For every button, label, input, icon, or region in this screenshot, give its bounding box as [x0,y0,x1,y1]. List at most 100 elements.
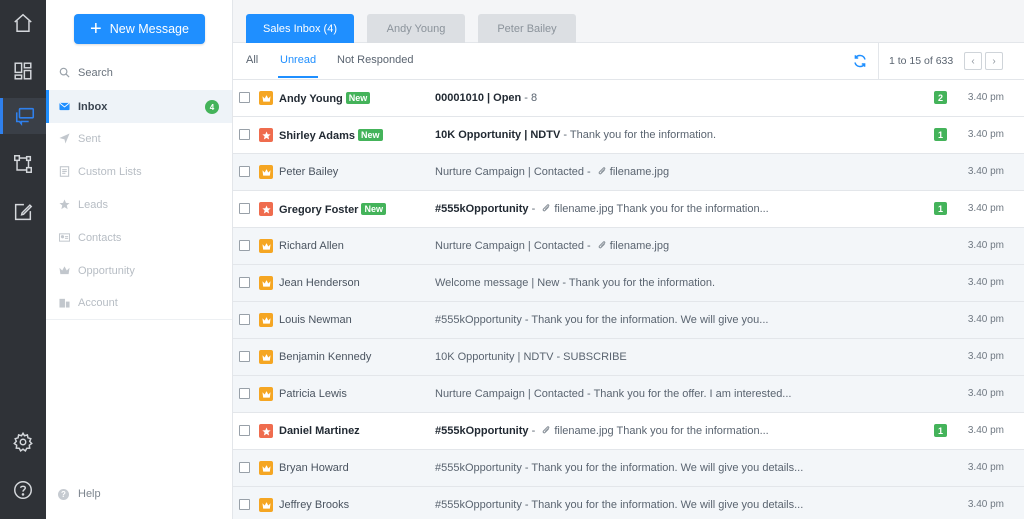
message-subject[interactable]: #555kOpportunity - filename.jpg Thank yo… [435,425,769,437]
row-checkbox[interactable] [239,129,250,140]
contact-name[interactable]: Daniel Martinez [279,425,360,437]
message-subject[interactable]: 00001010 | Open - 8 [435,92,537,104]
message-row[interactable]: Jean Henderson Welcome message | New - Th… [233,265,1024,302]
folder-search[interactable]: Search [46,56,232,89]
row-checkbox[interactable] [239,351,250,362]
folder-sent[interactable]: Sent [46,122,232,155]
lead-star-icon [259,128,273,142]
tab-sales-inbox[interactable]: Sales Inbox (4) [246,14,354,43]
message-row[interactable]: Richard Allen Nurture Campaign | Contacte… [233,228,1024,265]
contact-name[interactable]: Patricia Lewis [279,388,347,400]
folder-contacts[interactable]: Contacts [46,221,232,254]
contact-name[interactable]: Benjamin Kennedy [279,351,371,363]
contact-name-text: Andy Young [279,93,343,105]
message-row[interactable]: Louis Newman #555kOpportunity - Thank you… [233,302,1024,339]
subject-title: #555kOpportunity [435,314,522,326]
help-link[interactable]: ? Help [58,488,101,500]
message-row[interactable]: Shirley Adams New 10K Opportunity | NDTV -… [233,117,1024,154]
message-row[interactable]: Gregory Foster New #555kOpportunity - file… [233,191,1024,228]
message-row[interactable]: Peter Bailey Nurture Campaign | Contacted… [233,154,1024,191]
dashboard-icon [14,62,32,80]
filter-all[interactable]: All [246,54,258,66]
subject-title: #555kOpportunity [435,462,522,474]
folder-leads[interactable]: Leads [46,188,232,221]
message-subject[interactable]: #555kOpportunity - filename.jpg Thank yo… [435,203,769,215]
rail-dashboard[interactable] [0,53,46,89]
message-subject[interactable]: Welcome message | New - Thank you for th… [435,277,715,289]
row-checkbox[interactable] [239,499,250,510]
new-badge: New [358,129,383,141]
message-time: 3.40 pm [967,277,1004,288]
row-checkbox[interactable] [239,425,250,436]
message-subject[interactable]: 10K Opportunity | NDTV - Thank you for t… [435,129,716,141]
prev-page-button[interactable]: ‹ [964,52,982,70]
message-subject[interactable]: #555kOpportunity - Thank you for the inf… [435,499,803,511]
help-icon: ? [58,488,69,500]
contact-name[interactable]: Jean Henderson [279,277,360,289]
inbox-count-badge: 4 [205,100,219,114]
contact-name[interactable]: Shirley Adams New [279,129,383,142]
message-subject[interactable]: 10K Opportunity | NDTV - SUBSCRIBE [435,351,627,363]
contact-name[interactable]: Richard Allen [279,240,344,252]
star-icon [58,199,70,211]
message-row[interactable]: Jeffrey Brooks #555kOpportunity - Thank y… [233,487,1024,519]
row-checkbox[interactable] [239,388,250,399]
attachment-filename[interactable]: filename.jpg [610,166,669,178]
row-checkbox[interactable] [239,166,250,177]
contact-name[interactable]: Peter Bailey [279,166,338,178]
contact-name[interactable]: Gregory Foster New [279,203,386,216]
rail-workflow[interactable] [0,146,46,182]
contact-name[interactable]: Jeffrey Brooks [279,499,349,511]
row-checkbox[interactable] [239,203,250,214]
message-row[interactable]: Benjamin Kennedy 10K Opportunity | NDTV -… [233,339,1024,376]
row-checkbox[interactable] [239,314,250,325]
inbox-icon [58,101,70,113]
inbox-tabs: Sales Inbox (4) Andy Young Peter Bailey [233,0,1024,43]
contact-name[interactable]: Louis Newman [279,314,352,326]
message-subject[interactable]: Nurture Campaign | Contacted - Thank you… [435,388,791,400]
rail-home[interactable] [0,5,46,41]
contact-name[interactable]: Bryan Howard [279,462,349,474]
filter-not-responded[interactable]: Not Responded [337,54,413,66]
refresh-icon[interactable] [852,53,868,69]
subject-title: Nurture Campaign | Contacted [435,388,584,400]
tab-andy-young[interactable]: Andy Young [367,14,465,43]
next-page-button[interactable]: › [985,52,1003,70]
row-checkbox[interactable] [239,462,250,473]
row-checkbox[interactable] [239,92,250,103]
subject-title: Nurture Campaign | Contacted [435,166,584,178]
filter-unread[interactable]: Unread [280,54,316,66]
row-checkbox[interactable] [239,277,250,288]
message-subject[interactable]: #555kOpportunity - Thank you for the inf… [435,314,768,326]
message-row[interactable]: Patricia Lewis Nurture Campaign | Contact… [233,376,1024,413]
attachment-filename[interactable]: filename.jpg [554,425,613,437]
folder-inbox[interactable]: Inbox 4 [46,90,232,123]
new-message-button[interactable]: + New Message [74,14,205,44]
app-window: + New Message Search Inbox 4 Sent Custom… [0,0,1024,519]
rail-settings[interactable] [0,424,46,460]
message-row[interactable]: Bryan Howard #555kOpportunity - Thank you… [233,450,1024,487]
rail-messages[interactable] [0,98,46,134]
folder-opportunity[interactable]: Opportunity [46,254,232,287]
attachment-filename[interactable]: filename.jpg [554,203,613,215]
tab-peter-bailey[interactable]: Peter Bailey [478,14,576,43]
message-subject[interactable]: #555kOpportunity - Thank you for the inf… [435,462,803,474]
subject-title: Welcome message | New [435,277,560,289]
folder-account[interactable]: Account [46,286,232,319]
subject-preview: - Thank you for the information. We will… [521,499,804,511]
new-message-label: New Message [109,22,189,36]
row-checkbox[interactable] [239,240,250,251]
icon-rail [0,0,46,519]
message-row[interactable]: Andy Young New 00001010 | Open - 8 2 3.40 pm [233,80,1024,117]
rail-compose[interactable] [0,194,46,230]
filter-bar: All Unread Not Responded 1 to 15 of 633 … [233,43,1024,80]
message-subject[interactable]: Nurture Campaign | Contacted - filename.… [435,240,669,252]
subject-title: #555kOpportunity [435,499,522,511]
attachment-filename[interactable]: filename.jpg [610,240,669,252]
folder-custom-lists[interactable]: Custom Lists [46,155,232,188]
contact-name[interactable]: Andy Young New [279,92,371,105]
rail-help[interactable] [0,472,46,508]
opportunity-crown-icon [259,313,273,327]
message-row[interactable]: Daniel Martinez #555kOpportunity - filena… [233,413,1024,450]
message-subject[interactable]: Nurture Campaign | Contacted - filename.… [435,166,669,178]
